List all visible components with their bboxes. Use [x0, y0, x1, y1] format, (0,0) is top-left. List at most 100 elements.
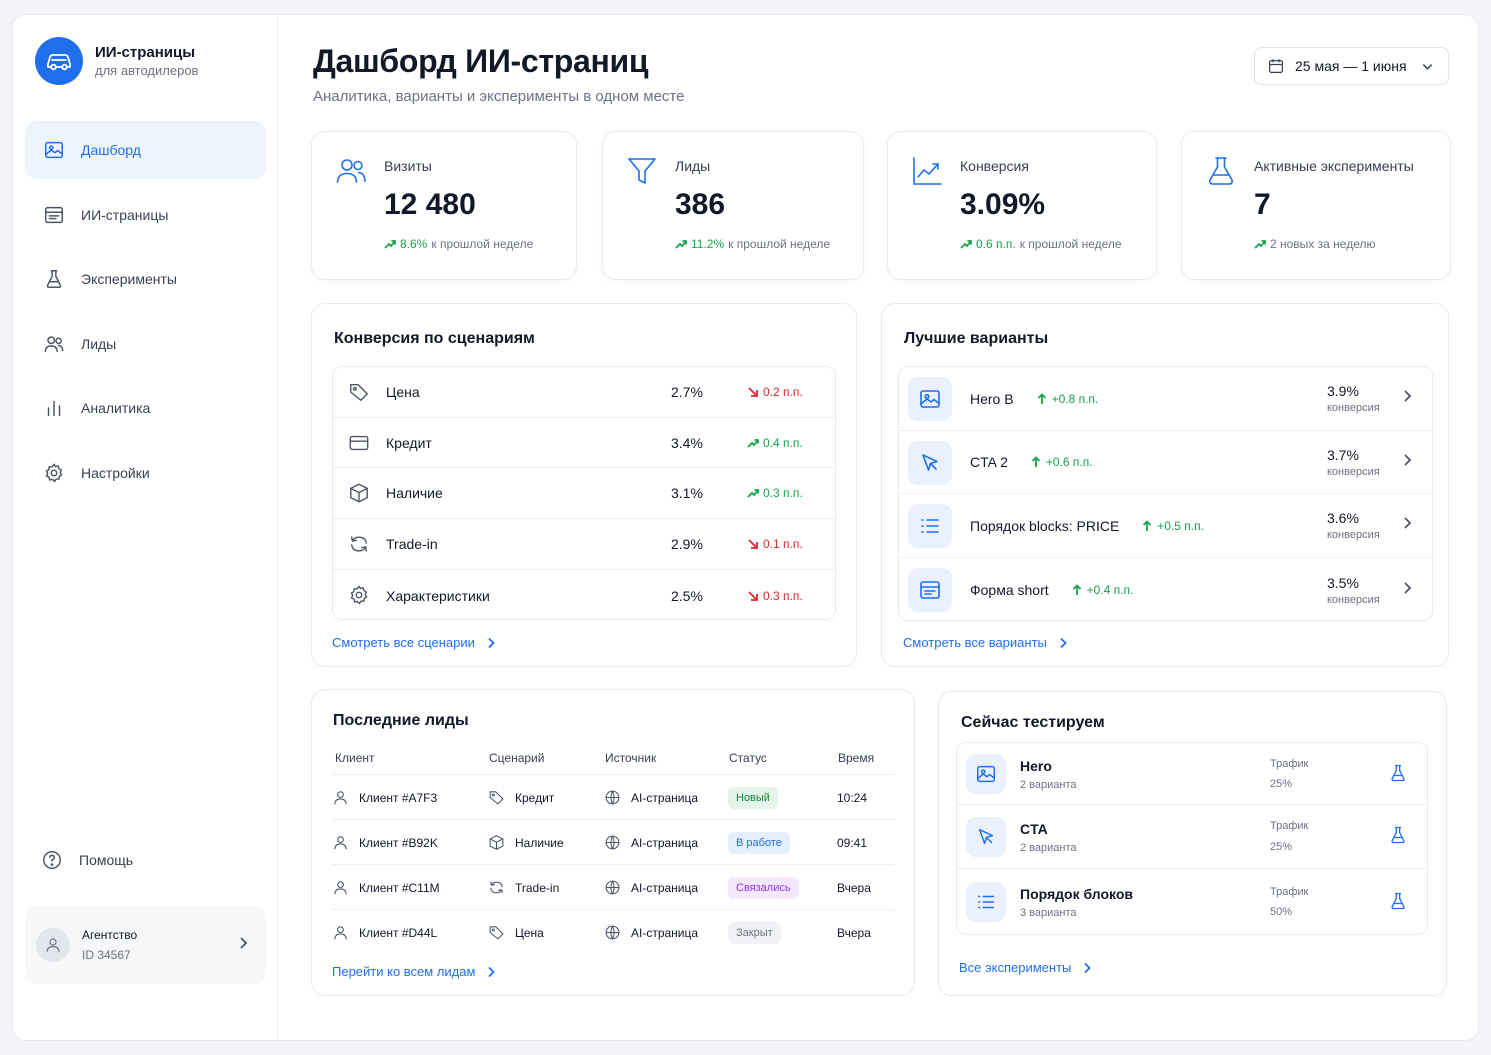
variant-conversion: 3.5% конверсия: [1327, 574, 1380, 606]
kpi-delta: 0.6 п.п. к прошлой неделе: [960, 237, 1122, 251]
lead-time: 10:24: [837, 790, 868, 805]
variant-name: CTA 2 +0.6 п.п.: [970, 454, 1093, 470]
account-name: Агентство: [82, 928, 138, 942]
scenario-conversion-card: Конверсия по сценариям Цена 2.7% 0.2 п.п…: [311, 303, 857, 667]
lead-status: В работе: [728, 820, 790, 865]
scenario-name: Trade-in: [386, 536, 438, 552]
kpi-delta-value: 0.6 п.п.: [976, 237, 1016, 251]
date-range-picker[interactable]: 25 мая — 1 июня: [1254, 47, 1449, 85]
link-label: Перейти ко всем лидам: [332, 964, 476, 979]
chevron-right-icon: [1084, 962, 1092, 973]
list-item[interactable]: Порядок blocks: PRICE +0.5 п.п. 3.6% конв…: [899, 494, 1432, 558]
flask-icon[interactable]: [1388, 891, 1408, 916]
globe-icon: [605, 925, 620, 940]
sidebar-item-experiments[interactable]: Эксперименты: [25, 250, 266, 308]
car-logo-icon: [35, 37, 83, 85]
app-window: ИИ-страницы для автодилеров Дашборд ИИ-с…: [12, 14, 1479, 1041]
table-row[interactable]: Клиент #D44L Цена AI-страница Закрыт Вче…: [332, 910, 894, 955]
kpi-value: 12 480: [384, 188, 476, 221]
chevron-right-icon: [236, 936, 250, 955]
image-icon: [908, 377, 952, 421]
sidebar-nav: Дашборд ИИ-страницы Эксперименты Лиды Ан…: [25, 121, 266, 508]
globe-icon: [605, 880, 620, 895]
scenario-value: 2.9%: [671, 536, 703, 552]
lead-source: AI-страница: [604, 865, 698, 910]
flask-icon[interactable]: [1388, 763, 1408, 788]
kpi-card-leads[interactable]: Лиды 386 11.2% к прошлой неделе: [602, 131, 864, 280]
list-item[interactable]: CTA 2 +0.6 п.п. 3.7% конверсия: [899, 431, 1432, 494]
scenario-name: Кредит: [386, 434, 432, 451]
list-item[interactable]: Trade-in 2.9% 0.1 п.п.: [333, 519, 835, 570]
scenario-delta: 0.3 п.п.: [747, 486, 803, 500]
kpi-delta: 8.6% к прошлой неделе: [384, 237, 533, 251]
table-row[interactable]: Клиент #C11M Trade-in AI-страница Связал…: [332, 865, 894, 910]
lead-scenario: Trade-in: [488, 865, 559, 910]
sidebar-item-settings[interactable]: Настройки: [25, 444, 266, 502]
sidebar-item-ai-pages[interactable]: ИИ-страницы: [25, 186, 266, 244]
chevron-right-icon: [1060, 637, 1067, 648]
kpi-delta-value: 8.6%: [400, 237, 428, 251]
traffic-label: Трафик: [1270, 758, 1309, 770]
list-item[interactable]: Hero 2 варианта Трафик 25%: [957, 743, 1427, 805]
tag-icon: [489, 791, 504, 805]
table-row[interactable]: Клиент #A7F3 Кредит AI-страница Новый 10…: [332, 775, 894, 820]
list-item[interactable]: Кредит 3.4% 0.4 п.п.: [333, 418, 835, 468]
column-header-time: Время: [838, 751, 875, 765]
scenario-value: 3.1%: [671, 485, 703, 501]
view-all-variants-link[interactable]: Смотреть все варианты: [903, 635, 1069, 650]
column-header-source: Источник: [605, 751, 657, 765]
list-item[interactable]: Hero B +0.8 п.п. 3.9% конверсия: [899, 367, 1432, 431]
help-link[interactable]: Помощь: [41, 849, 133, 871]
list-item[interactable]: Характеристики 2.5% 0.3 п.п.: [333, 570, 835, 621]
kpi-value: 7: [1254, 188, 1271, 221]
kpi-delta-text: к прошлой неделе: [1019, 237, 1122, 251]
date-range-label: 25 мая — 1 июня: [1295, 58, 1407, 74]
lead-time: 09:41: [837, 835, 868, 850]
lead-client: Клиент #D44L: [332, 910, 437, 955]
table-row[interactable]: Клиент #B92K Наличие AI-страница В работ…: [332, 820, 894, 865]
account-switcher[interactable]: Агентство ID 34567: [25, 906, 266, 984]
kpi-label: Лиды: [675, 158, 711, 174]
sidebar-item-leads[interactable]: Лиды: [25, 315, 266, 373]
kpi-card-visits[interactable]: Визиты 12 480 8.6% к прошлой неделе: [311, 131, 577, 280]
help-label: Помощь: [79, 852, 134, 868]
view-all-experiments-link[interactable]: Все эксперименты: [959, 960, 1093, 975]
variants-list: Hero B +0.8 п.п. 3.9% конверсия CTA 2 +0.…: [898, 366, 1433, 621]
list-item[interactable]: Порядок блоков 3 варианта Трафик 50%: [957, 869, 1427, 936]
kpi-delta-text: 2 новых за неделю: [1270, 237, 1376, 251]
arrow-up-icon: [1037, 392, 1046, 404]
list-item[interactable]: Цена 2.7% 0.2 п.п.: [333, 367, 835, 418]
account-id: ID 34567: [82, 948, 131, 962]
brand[interactable]: ИИ-страницы для автодилеров: [35, 37, 198, 85]
form-icon: [908, 568, 952, 612]
sidebar-item-label: ИИ-страницы: [81, 206, 169, 223]
lead-time: Вчера: [837, 925, 871, 940]
tag-icon: [489, 926, 504, 940]
cursor-icon: [908, 441, 952, 485]
status-badge: Новый: [728, 786, 778, 809]
chevron-right-icon: [1400, 516, 1414, 535]
column-header-scenario: Сценарий: [489, 751, 545, 765]
cursor-icon: [966, 817, 1006, 857]
user-icon: [334, 881, 347, 895]
flask-icon[interactable]: [1388, 825, 1408, 850]
now-testing-card: Сейчас тестируем Hero 2 варианта Трафик …: [938, 691, 1447, 996]
kpi-card-conversion[interactable]: Конверсия 3.09% 0.6 п.п. к прошлой недел…: [887, 131, 1157, 280]
view-all-leads-link[interactable]: Перейти ко всем лидам: [332, 964, 497, 979]
view-all-scenarios-link[interactable]: Смотреть все сценарии: [332, 635, 497, 650]
kpi-card-active-experiments[interactable]: Активные эксперименты 7 2 новых за недел…: [1181, 131, 1451, 280]
list-item[interactable]: CTA 2 варианта Трафик 25%: [957, 805, 1427, 869]
status-badge: Связались: [728, 876, 799, 899]
experiment-name: Hero: [1020, 758, 1052, 774]
list-item[interactable]: Наличие 3.1% 0.3 п.п.: [333, 468, 835, 519]
image-icon: [966, 754, 1006, 794]
kpi-delta-value: 11.2%: [691, 237, 725, 251]
sidebar-item-analytics[interactable]: Аналитика: [25, 379, 266, 437]
variant-conversion: 3.6% конверсия: [1327, 510, 1380, 541]
scenario-name: Цена: [386, 384, 420, 400]
sidebar-item-dashboard[interactable]: Дашборд: [25, 121, 266, 179]
list-item[interactable]: Форма short +0.4 п.п. 3.5% конверсия: [899, 558, 1432, 622]
traffic-value: 25%: [1270, 778, 1293, 790]
calendar-icon: [1269, 59, 1283, 73]
arrow-down-right-icon: [748, 590, 758, 601]
